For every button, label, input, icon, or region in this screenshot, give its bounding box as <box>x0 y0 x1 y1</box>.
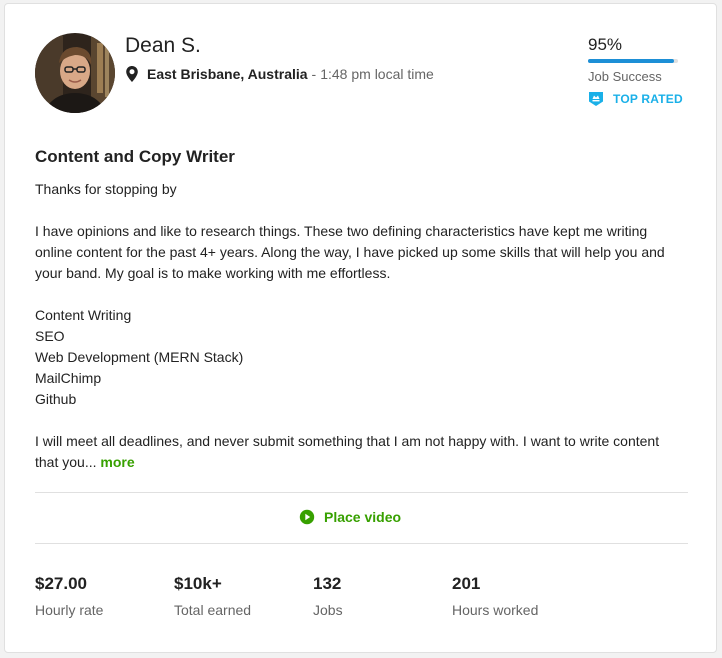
skill-line: SEO <box>35 328 65 344</box>
job-success-percent: 95% <box>588 35 623 54</box>
skill-line: Content Writing <box>35 307 132 323</box>
overview-paragraph: I have opinions and like to research thi… <box>35 223 665 281</box>
overview-intro: Thanks for stopping by <box>35 181 177 197</box>
skill-line: Github <box>35 391 77 407</box>
stat-value: 132 <box>313 574 342 593</box>
stat-total-earned: $10k+ Total earned <box>174 574 251 618</box>
profile-overview: Thanks for stopping by I have opinions a… <box>35 179 675 473</box>
divider <box>35 543 688 544</box>
job-success-label: Job Success <box>588 69 662 84</box>
location-line: East Brisbane, Australia - 1:48 pm local… <box>125 66 434 82</box>
stat-hourly-rate: $27.00 Hourly rate <box>35 574 103 618</box>
place-video-label: Place video <box>324 509 402 525</box>
place-video-link[interactable]: Place video <box>299 509 401 525</box>
more-link[interactable]: more <box>100 454 134 470</box>
job-success-block: 95% Job Success TOP RATED <box>588 35 688 107</box>
stat-label: Total earned <box>174 602 252 618</box>
job-success-bar <box>588 59 678 63</box>
freelancer-profile-card: Dean S. East Brisbane, Australia - 1:48 … <box>4 3 717 653</box>
avatar-photo <box>35 33 115 113</box>
play-icon <box>299 509 315 525</box>
freelancer-name: Dean S. <box>125 34 201 57</box>
skill-line: Web Development (MERN Stack) <box>35 349 244 365</box>
location-city: East Brisbane, Australia <box>147 66 308 82</box>
stat-value: $27.00 <box>35 574 87 593</box>
stat-value: $10k+ <box>174 574 222 593</box>
stat-label: Hours worked <box>452 602 539 618</box>
stat-jobs: 132 Jobs <box>313 574 343 618</box>
stat-value: 201 <box>452 574 481 593</box>
top-rated-badge[interactable]: TOP RATED <box>588 91 688 107</box>
local-time: 1:48 pm local time <box>320 66 434 82</box>
location-separator: - <box>311 66 317 82</box>
avatar[interactable] <box>35 33 115 113</box>
skill-line: MailChimp <box>35 370 102 386</box>
map-pin-icon <box>126 66 138 82</box>
overview-closing: I will meet all deadlines, and never sub… <box>35 431 675 473</box>
profile-title: Content and Copy Writer <box>35 147 235 166</box>
top-rated-label: TOP RATED <box>613 92 683 106</box>
job-success-bar-fill <box>588 59 674 63</box>
top-rated-icon <box>589 92 603 106</box>
stat-hours-worked: 201 Hours worked <box>452 574 538 618</box>
stat-label: Jobs <box>313 602 343 618</box>
stat-label: Hourly rate <box>35 602 104 618</box>
divider <box>35 492 688 493</box>
